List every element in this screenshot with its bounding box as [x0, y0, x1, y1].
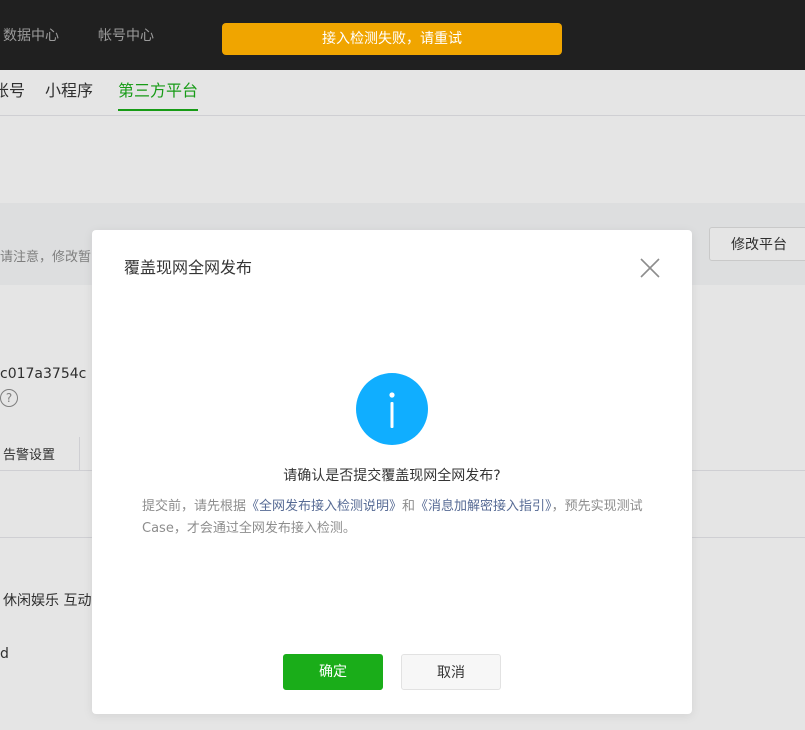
nav-link-data-center[interactable]: 数据中心	[3, 26, 59, 46]
detail-text-mid: 和	[402, 499, 416, 514]
dialog-title: 覆盖现网全网发布	[124, 258, 253, 277]
close-icon[interactable]	[638, 256, 662, 280]
cancel-button[interactable]: 取消	[401, 654, 501, 690]
confirm-button[interactable]: 确定	[283, 654, 383, 690]
publish-detection-doc-link[interactable]: 《全网发布接入检测说明》	[246, 499, 402, 514]
info-icon	[356, 373, 428, 445]
confirm-detail: 提交前，请先根据《全网发布接入检测说明》和《消息加解密接入指引》，预先实现测试C…	[142, 496, 650, 540]
confirm-question: 请确认是否提交覆盖现网全网发布?	[283, 468, 501, 484]
nav-link-account-center[interactable]: 帐号中心	[98, 26, 154, 46]
detail-text-before: 提交前，请先根据	[142, 499, 247, 514]
error-toast: 接入检测失败，请重试	[222, 23, 562, 55]
publish-confirm-dialog: 覆盖现网全网发布 请确认是否提交覆盖现网全网发布? 提交前，请先根据《全网发布接…	[92, 230, 692, 714]
top-navigation-bar: 数据中心 帐号中心 接入检测失败，请重试	[0, 0, 805, 70]
encryption-guide-doc-link[interactable]: 《消息加解密接入指引》	[415, 499, 552, 514]
